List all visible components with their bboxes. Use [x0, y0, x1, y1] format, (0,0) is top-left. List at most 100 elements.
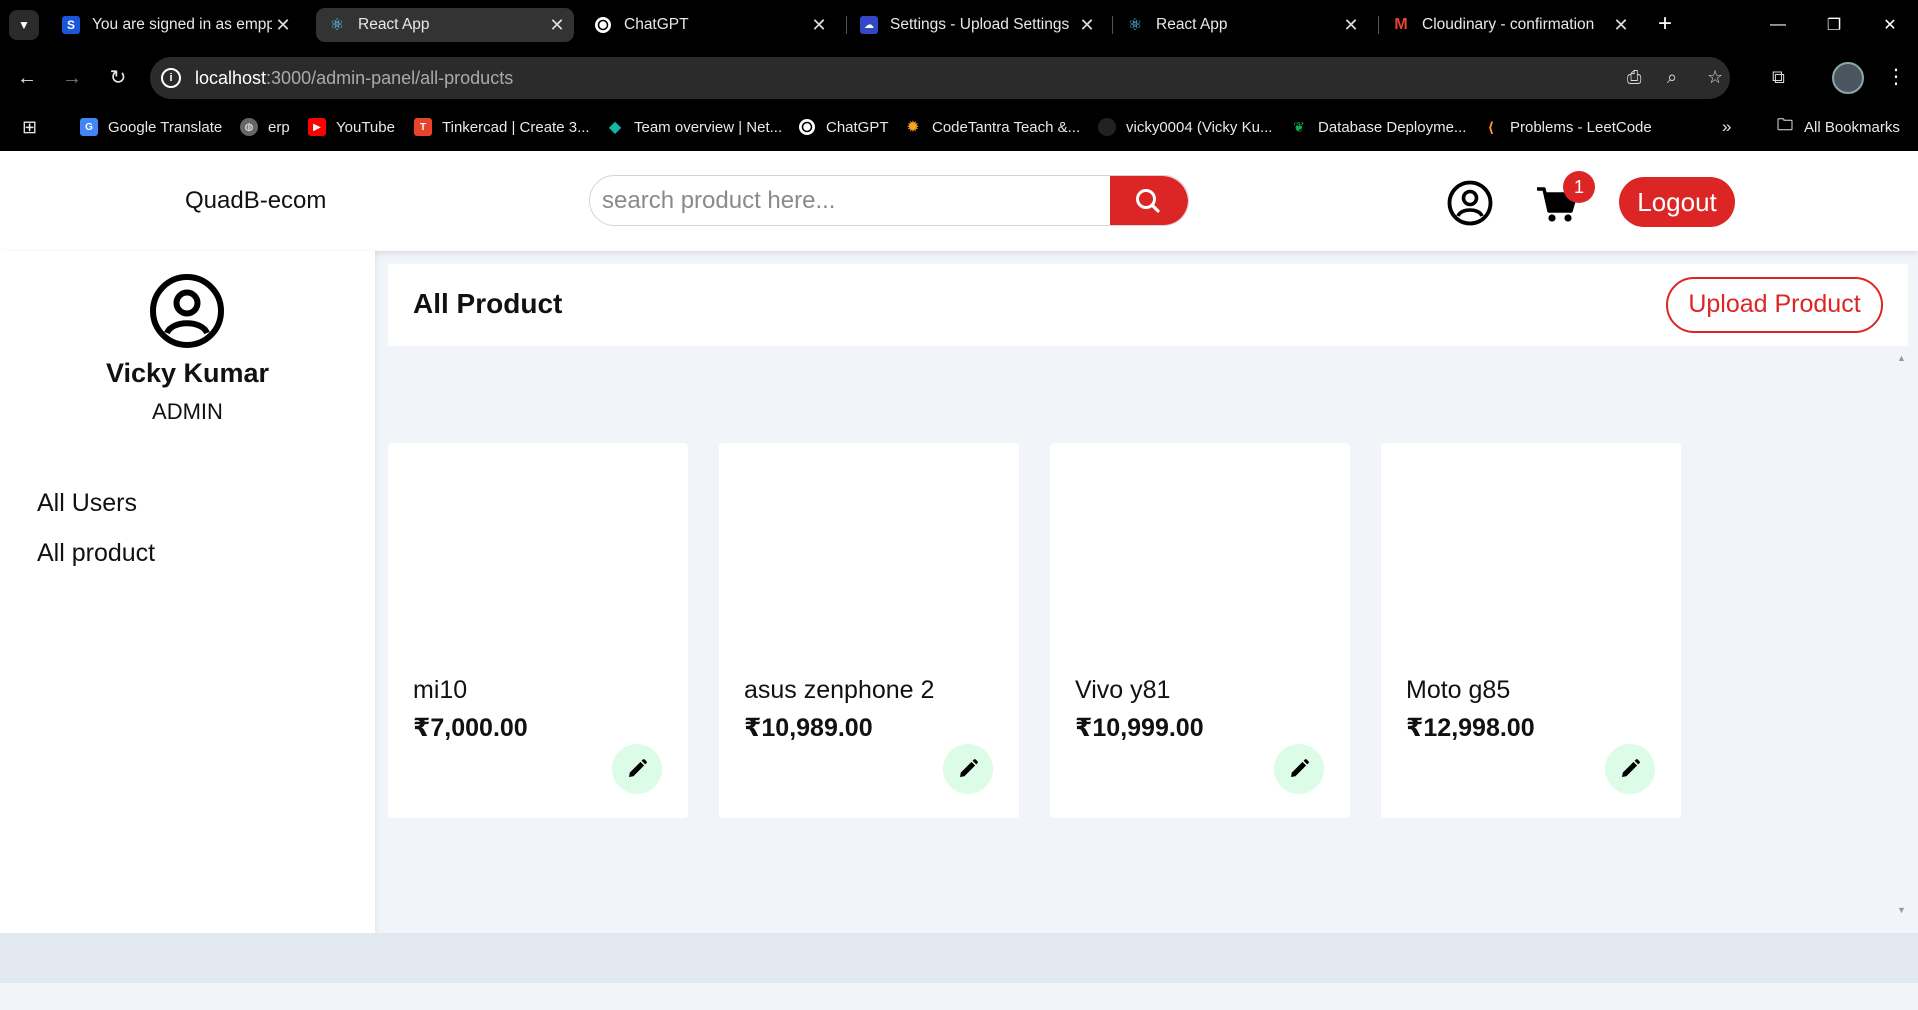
- bookmark-label: Problems - LeetCode: [1510, 118, 1652, 136]
- edit-product-button[interactable]: [1274, 744, 1324, 794]
- youtube-icon: ▶: [308, 118, 326, 136]
- reload-icon[interactable]: ↻: [106, 66, 130, 90]
- browser-tab-2-active[interactable]: ⚛ React App ✕: [316, 8, 574, 42]
- close-tab-icon[interactable]: ✕: [272, 15, 294, 36]
- logout-button[interactable]: Logout: [1619, 177, 1735, 227]
- tab-separator: [1112, 16, 1113, 34]
- scroll-up-icon[interactable]: ▲: [1897, 353, 1906, 363]
- pencil-icon: [629, 759, 647, 777]
- react-icon: ⚛: [329, 17, 345, 34]
- tab-title: React App: [1156, 16, 1228, 33]
- github-icon: [1098, 118, 1116, 136]
- bookmark-leetcode[interactable]: ⟨ Problems - LeetCode: [1482, 116, 1652, 138]
- bookmark-youtube[interactable]: ▶ YouTube: [308, 116, 395, 138]
- user-role: ADMIN: [152, 399, 223, 424]
- browser-tab-1[interactable]: S You are signed in as empp ✕: [50, 8, 300, 42]
- user-avatar-icon: [150, 274, 224, 348]
- nav-all-product[interactable]: All product: [37, 539, 155, 568]
- close-window-icon[interactable]: ✕: [1862, 0, 1918, 50]
- edit-product-button[interactable]: [612, 744, 662, 794]
- product-name: mi10: [413, 676, 468, 704]
- bookmark-label: Tinkercad | Create 3...: [442, 118, 590, 136]
- bookmark-tinkercad[interactable]: T Tinkercad | Create 3...: [414, 116, 590, 138]
- url-path: :3000/admin-panel/all-products: [266, 68, 514, 88]
- brand-logo[interactable]: QuadB-ecom: [185, 187, 326, 215]
- bookmark-github[interactable]: vicky0004 (Vicky Ku...: [1098, 116, 1272, 138]
- back-arrow-icon[interactable]: ←: [15, 66, 39, 90]
- product-name: asus zenphone 2: [744, 676, 935, 704]
- user-profile-icon[interactable]: [1447, 180, 1493, 226]
- search-button[interactable]: [1110, 176, 1188, 225]
- bookmark-label: Team overview | Net...: [634, 118, 783, 136]
- edit-product-button[interactable]: [1605, 744, 1655, 794]
- tinkercad-icon: T: [414, 118, 432, 136]
- tab-title: Settings - Upload Settings: [890, 16, 1070, 33]
- omnibox[interactable]: i localhost:3000/admin-panel/all-product…: [150, 57, 1730, 99]
- close-tab-icon[interactable]: ✕: [1076, 15, 1098, 36]
- pencil-icon: [960, 759, 978, 777]
- restore-icon[interactable]: ❐: [1806, 0, 1862, 50]
- bookmark-label: vicky0004 (Vicky Ku...: [1126, 118, 1273, 136]
- close-tab-icon[interactable]: ✕: [1610, 15, 1632, 36]
- bookmark-erp[interactable]: ◍ erp: [240, 116, 290, 138]
- profile-avatar[interactable]: [1832, 62, 1864, 94]
- browser-tab-6[interactable]: M Cloudinary - confirmation ✕: [1380, 8, 1638, 42]
- minimize-icon[interactable]: —: [1750, 0, 1806, 50]
- app-page: QuadB-ecom 1 Logout: [0, 151, 1918, 1010]
- new-tab-button[interactable]: +: [1650, 10, 1680, 40]
- browser-tab-5[interactable]: ⚛ React App ✕: [1114, 8, 1368, 42]
- bookmark-mongodb[interactable]: ❦ Database Deployme...: [1290, 116, 1466, 138]
- product-name: Moto g85: [1406, 676, 1511, 704]
- browser-tab-4[interactable]: ☁ Settings - Upload Settings ✕: [848, 8, 1104, 42]
- user-name: Vicky Kumar: [105, 358, 270, 388]
- bookmark-label: Google Translate: [108, 118, 223, 136]
- tab-title: ChatGPT: [624, 16, 689, 33]
- zoom-icon[interactable]: ⌕: [1667, 67, 1677, 88]
- site-header: QuadB-ecom 1 Logout: [0, 151, 1918, 251]
- bookmark-label: CodeTantra Teach &...: [932, 118, 1081, 136]
- nav-all-users[interactable]: All Users: [37, 489, 137, 518]
- admin-sidebar: Vicky Kumar ADMIN All Users All product: [0, 251, 375, 933]
- edit-product-button[interactable]: [943, 744, 993, 794]
- search-input[interactable]: [602, 176, 1102, 225]
- bookmark-netlify[interactable]: ◆ Team overview | Net...: [606, 116, 782, 138]
- tab-search-button[interactable]: ▼: [9, 10, 39, 40]
- apps-grid-icon[interactable]: ⊞: [22, 116, 37, 138]
- bookmark-google-translate[interactable]: G Google Translate: [80, 116, 222, 138]
- products-scrollbar[interactable]: ▲ ▼: [1893, 349, 1910, 919]
- browser-menu-icon[interactable]: ⋮: [1886, 64, 1906, 89]
- cart-count-badge: 1: [1563, 171, 1595, 203]
- more-bookmarks-icon[interactable]: »: [1722, 116, 1731, 138]
- pencil-icon: [1622, 759, 1640, 777]
- forward-arrow-icon[interactable]: →: [60, 66, 84, 90]
- bookmark-star-icon[interactable]: ☆: [1707, 67, 1723, 88]
- url-host: localhost: [195, 68, 267, 88]
- all-bookmarks-folder[interactable]: 🗀 All Bookmarks: [1776, 116, 1900, 138]
- bookmark-label: ChatGPT: [826, 118, 889, 136]
- product-card: Vivo y81 ₹10,999.00: [1050, 443, 1350, 818]
- url-text[interactable]: localhost:3000/admin-panel/all-products: [195, 68, 513, 89]
- tab-title: React App: [358, 16, 430, 33]
- search-icon: [1136, 189, 1160, 213]
- bookmark-chatgpt[interactable]: ChatGPT: [798, 116, 889, 138]
- gmail-icon: M: [1394, 16, 1408, 33]
- products-header: All Product Upload Product: [388, 264, 1908, 346]
- upload-product-button[interactable]: Upload Product: [1666, 277, 1883, 333]
- pencil-icon: [1291, 759, 1309, 777]
- codetantra-icon: ✹: [906, 119, 920, 136]
- bookmark-codetantra[interactable]: ✹ CodeTantra Teach &...: [904, 116, 1080, 138]
- tab-title: You are signed in as empp: [92, 16, 272, 33]
- scroll-down-icon[interactable]: ▼: [1897, 905, 1906, 915]
- product-name: Vivo y81: [1075, 676, 1171, 704]
- product-card: mi10 ₹7,000.00: [388, 443, 688, 818]
- close-tab-icon[interactable]: ✕: [1340, 15, 1362, 36]
- all-bookmarks-label: All Bookmarks: [1804, 118, 1900, 136]
- close-tab-icon[interactable]: ✕: [808, 15, 830, 36]
- product-card: Moto g85 ₹12,998.00: [1381, 443, 1681, 818]
- extensions-icon[interactable]: ⧉: [1772, 67, 1785, 88]
- install-app-icon[interactable]: ⎙: [1627, 67, 1641, 88]
- site-info-icon[interactable]: i: [161, 68, 181, 88]
- browser-tab-3[interactable]: ChatGPT ✕: [582, 8, 836, 42]
- close-tab-icon[interactable]: ✕: [546, 15, 568, 36]
- product-card: asus zenphone 2 ₹10,989.00: [719, 443, 1019, 818]
